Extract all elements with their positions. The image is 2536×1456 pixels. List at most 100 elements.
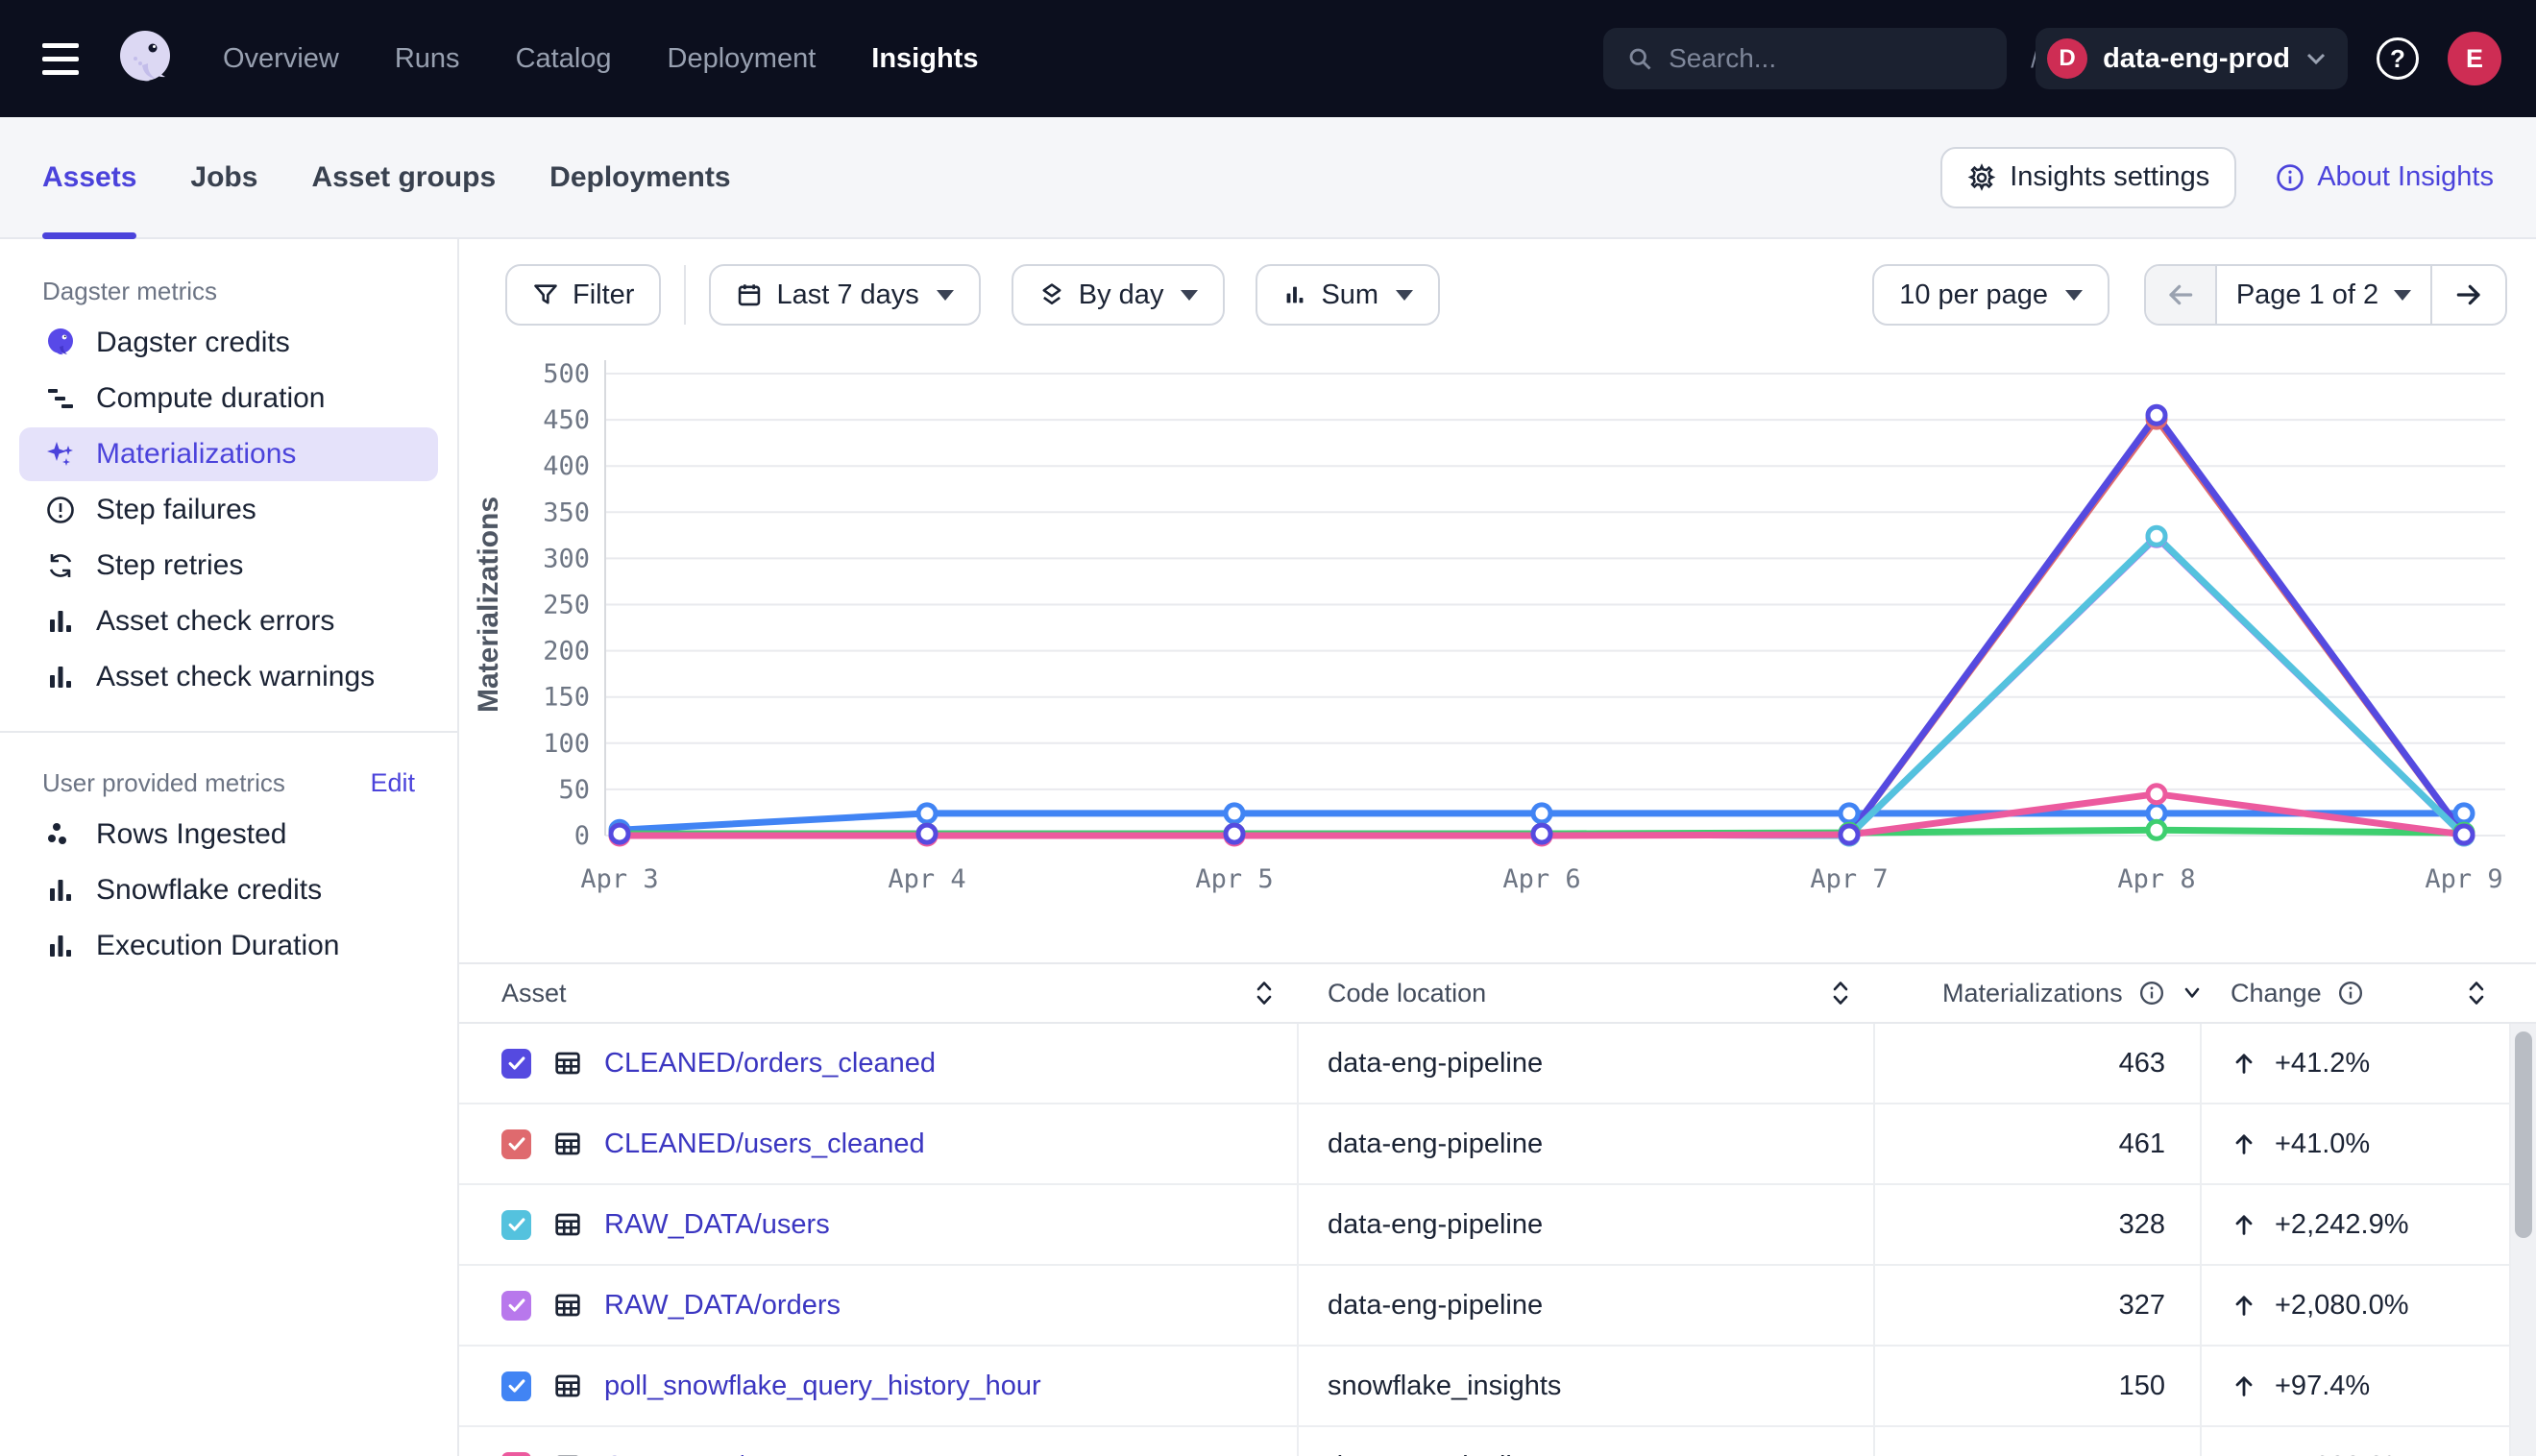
data-point[interactable] <box>1841 826 1858 843</box>
column-header-code-location[interactable]: Code location <box>1299 964 1875 1022</box>
data-point[interactable] <box>1533 805 1550 822</box>
search-input[interactable] <box>1669 43 2015 74</box>
about-insights-link[interactable]: About Insights <box>2275 161 2494 193</box>
sidebar-item-snowflake-credits[interactable]: Snowflake credits <box>19 863 438 917</box>
tab-deployments[interactable]: Deployments <box>549 117 730 237</box>
change-value: +2,242.9% <box>2275 1209 2408 1241</box>
filter-button[interactable]: Filter <box>505 264 661 326</box>
asset-link[interactable]: poll_snowflake_query_history_hour <box>604 1371 1041 1402</box>
insights-settings-button[interactable]: Insights settings <box>1940 147 2236 208</box>
data-point[interactable] <box>2455 805 2473 822</box>
table-row: CLEANED/orders_cleaneddata-eng-pipeline4… <box>459 1024 2536 1104</box>
sidebar-item-step-retries[interactable]: Step retries <box>19 539 438 593</box>
data-point[interactable] <box>611 825 628 842</box>
sidebar-item-dagster-credits[interactable]: Dagster credits <box>19 316 438 370</box>
data-point[interactable] <box>918 825 936 842</box>
data-point[interactable] <box>1533 825 1550 842</box>
sidebar-item-materializations[interactable]: Materializations <box>19 427 438 481</box>
help-icon[interactable]: ? <box>2377 37 2419 80</box>
nav-item-insights[interactable]: Insights <box>871 43 978 75</box>
series-checkbox[interactable] <box>501 1371 531 1401</box>
date-range-button[interactable]: Last 7 days <box>709 264 980 326</box>
change-cell: +41.2% <box>2202 1024 2511 1104</box>
column-header-materializations[interactable]: Materializations <box>1875 964 2202 1022</box>
previous-page-button[interactable] <box>2146 266 2215 324</box>
code-location-cell: data-eng-pipeline <box>1299 1104 1875 1185</box>
asset-link[interactable]: RAW_DATA/users <box>604 1209 830 1241</box>
sidebar-item-step-failures[interactable]: Step failures <box>19 483 438 537</box>
data-point[interactable] <box>2148 821 2165 838</box>
series-checkbox[interactable] <box>501 1210 531 1240</box>
table-scrollbar[interactable] <box>2511 1024 2536 1456</box>
data-point[interactable] <box>1226 805 1243 822</box>
y-tick-label: 250 <box>543 591 590 620</box>
column-header-change[interactable]: Change <box>2202 964 2536 1022</box>
series-checkbox[interactable] <box>501 1452 531 1456</box>
dagster-logo-icon[interactable] <box>113 27 177 90</box>
sort-icon[interactable] <box>2465 979 2488 1007</box>
dagster-logo-icon <box>44 327 77 359</box>
data-point[interactable] <box>1226 825 1243 842</box>
series-checkbox[interactable] <box>501 1129 531 1159</box>
change-cell: +97.4% <box>2202 1347 2511 1427</box>
deployment-switcher[interactable]: D data-eng-prod <box>2036 28 2348 89</box>
arrow-right-icon <box>2453 279 2484 310</box>
sidebar-item-asset-check-warnings[interactable]: Asset check warnings <box>19 650 438 704</box>
info-icon[interactable] <box>2337 980 2364 1007</box>
hamburger-menu-icon[interactable] <box>42 43 85 75</box>
nav-item-overview[interactable]: Overview <box>223 43 339 75</box>
sidebar-item-execution-duration[interactable]: Execution Duration <box>19 919 438 973</box>
table-asset-icon <box>552 1048 583 1079</box>
sidebar-item-label: Step failures <box>96 494 256 526</box>
series-checkbox[interactable] <box>501 1049 531 1079</box>
sidebar-section-title: Dagster metrics <box>42 277 217 306</box>
user-avatar[interactable]: E <box>2448 32 2501 85</box>
asset-link[interactable]: RAW_DATA/orders <box>604 1290 841 1322</box>
tab-assets[interactable]: Assets <box>42 117 136 237</box>
asset-link[interactable]: CLEANED/orders_cleaned <box>604 1048 936 1080</box>
column-header-asset[interactable]: Asset <box>459 964 1299 1022</box>
aggregation-button[interactable]: Sum <box>1256 264 1440 326</box>
sort-desc-icon[interactable] <box>2181 984 2204 1002</box>
sidebar-item-compute-duration[interactable]: Compute duration <box>19 372 438 425</box>
data-point[interactable] <box>918 805 936 822</box>
group-by-button[interactable]: By day <box>1012 264 1226 326</box>
deployment-badge: D <box>2047 38 2087 79</box>
search-bar[interactable]: / <box>1603 28 2007 89</box>
table-row: CLEANED/users_cleaneddata-eng-pipeline46… <box>459 1104 2536 1185</box>
info-icon[interactable] <box>2138 980 2165 1007</box>
metrics-sidebar: Dagster metrics Dagster credits Compute … <box>0 239 459 1456</box>
asset-link[interactable]: CLEANED/users_cleaned <box>604 1128 925 1160</box>
tab-asset-groups[interactable]: Asset groups <box>311 117 496 237</box>
table-asset-icon <box>552 1451 583 1456</box>
data-point[interactable] <box>2148 406 2165 424</box>
sidebar-item-rows-ingested[interactable]: Rows Ingested <box>19 808 438 861</box>
per-page-button[interactable]: 10 per page <box>1872 264 2109 326</box>
nav-item-catalog[interactable]: Catalog <box>516 43 612 75</box>
materializations-cell: 47 <box>1875 1427 2202 1456</box>
sidebar-item-asset-check-errors[interactable]: Asset check errors <box>19 595 438 648</box>
nav-item-deployment[interactable]: Deployment <box>668 43 817 75</box>
data-point[interactable] <box>2148 786 2165 803</box>
y-tick-label: 350 <box>543 497 590 527</box>
change-value: +41.0% <box>2275 1128 2370 1160</box>
table-row: RAW_DATA/ordersdata-eng-pipeline327+2,08… <box>459 1266 2536 1347</box>
data-point[interactable] <box>2148 527 2165 545</box>
table-asset-icon <box>552 1371 583 1401</box>
scrollbar-thumb[interactable] <box>2515 1031 2532 1238</box>
nav-item-runs[interactable]: Runs <box>395 43 460 75</box>
change-value: +2,080.0% <box>2275 1290 2408 1322</box>
tab-jobs[interactable]: Jobs <box>190 117 257 237</box>
change-value: +97.4% <box>2275 1371 2370 1402</box>
asset-link[interactable]: CLEANED/… <box>604 1451 771 1456</box>
data-point[interactable] <box>2455 826 2473 843</box>
sort-icon[interactable] <box>1829 979 1852 1007</box>
change-value: +4,600.0% <box>2275 1451 2408 1456</box>
page-indicator[interactable]: Page 1 of 2 <box>2215 266 2432 324</box>
series-checkbox[interactable] <box>501 1291 531 1321</box>
y-axis-title: Materializations <box>473 497 504 713</box>
next-page-button[interactable] <box>2432 266 2505 324</box>
edit-metrics-link[interactable]: Edit <box>370 768 415 798</box>
data-point[interactable] <box>1841 805 1858 822</box>
sort-icon[interactable] <box>1253 979 1276 1007</box>
